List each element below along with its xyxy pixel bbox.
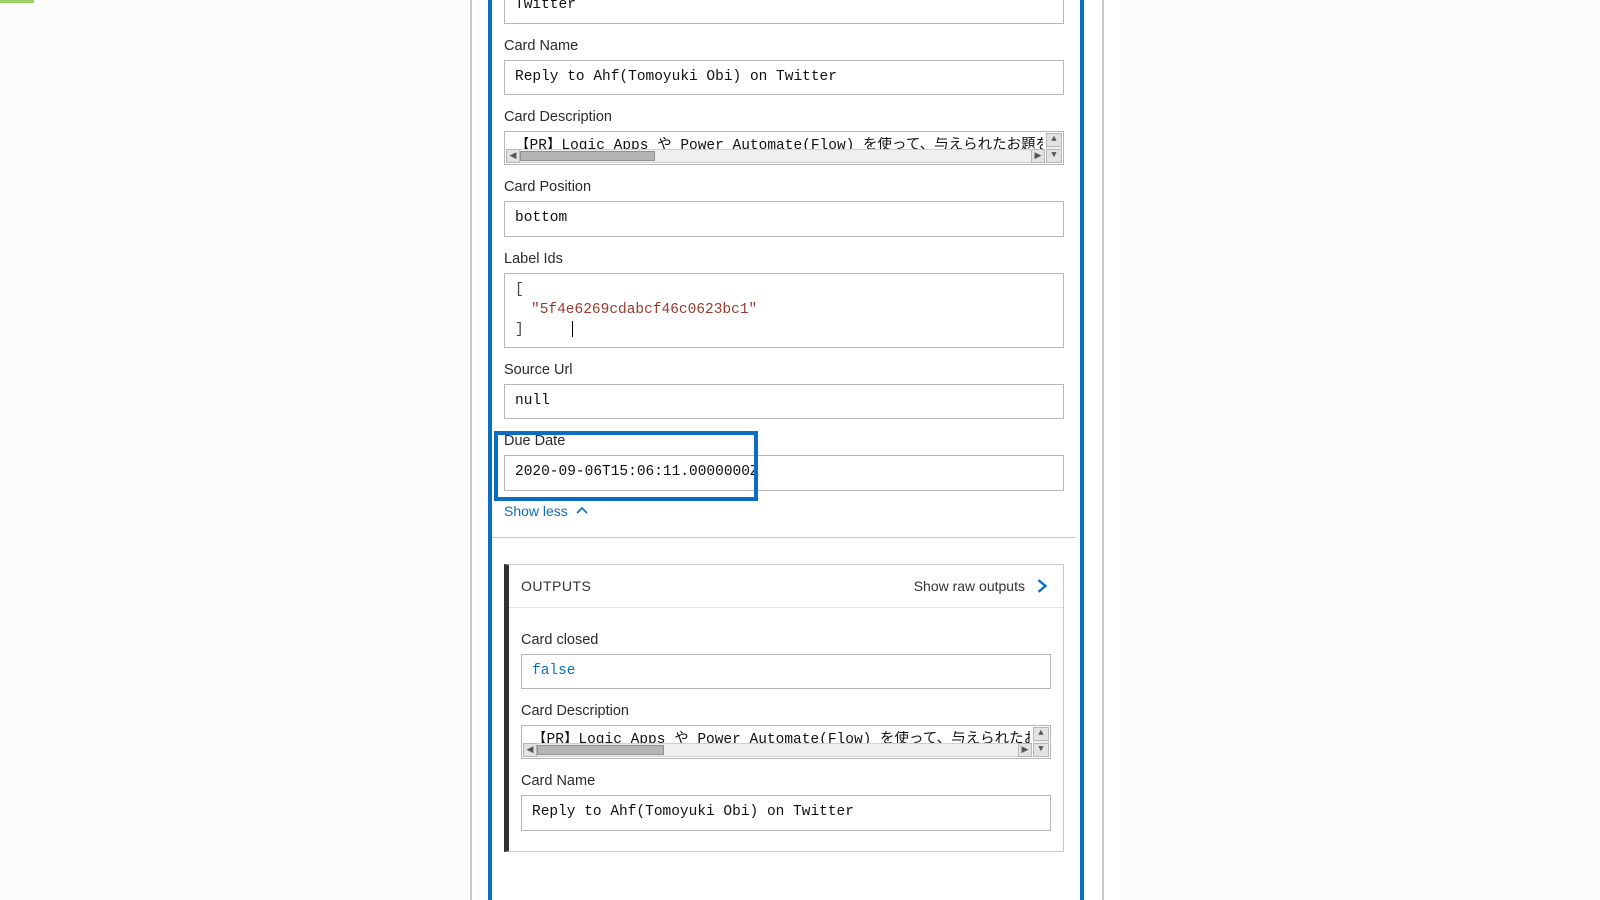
- outputs-title: OUTPUTS: [521, 578, 591, 594]
- outputs-body: Card closed false Card Description 【PR】L…: [509, 608, 1063, 851]
- chevron-up-icon: [576, 505, 588, 517]
- due-date-value[interactable]: 2020-09-06T15:06:11.0000000Z: [504, 455, 1064, 491]
- due-date-label: Due Date: [504, 433, 1064, 449]
- label-ids-value[interactable]: [ "5f4e6269cdabcf46c0623bc1" ]: [504, 273, 1064, 348]
- out-card-name-text: Reply to Ahf(Tomoyuki Obi) on Twitter: [532, 804, 854, 820]
- text-cursor-icon: [572, 321, 573, 337]
- list-name-text: Twitter: [515, 0, 576, 13]
- scroll-h-thumb[interactable]: [537, 745, 664, 755]
- chevron-right-icon: [1035, 579, 1049, 593]
- source-url-text: null: [515, 393, 550, 409]
- app-viewport: Twitter Card Name Reply to Ahf(Tomoyuki …: [0, 0, 1600, 900]
- out-card-name-label: Card Name: [521, 773, 1051, 789]
- scroll-left-arrow-icon[interactable]: ◀: [506, 149, 520, 163]
- show-raw-outputs-link[interactable]: Show raw outputs: [914, 578, 1049, 594]
- outputs-card: OUTPUTS Show raw outputs Card closed fal…: [504, 564, 1064, 852]
- scroll-right-arrow-icon[interactable]: ▶: [1031, 149, 1045, 163]
- scroll-h-track[interactable]: [520, 149, 1031, 163]
- out-card-name-value[interactable]: Reply to Ahf(Tomoyuki Obi) on Twitter: [521, 795, 1051, 831]
- vertical-scrollbar[interactable]: ▲ ▼: [1046, 133, 1062, 163]
- horizontal-scrollbar[interactable]: ◀ ▶: [523, 743, 1032, 757]
- scroll-up-arrow-icon[interactable]: ▲: [1033, 727, 1049, 741]
- show-raw-outputs-label: Show raw outputs: [914, 578, 1025, 594]
- label-ids-label: Label Ids: [504, 251, 1064, 267]
- source-url-label: Source Url: [504, 362, 1064, 378]
- json-open-bracket: [: [515, 282, 524, 298]
- card-description-label: Card Description: [504, 109, 1064, 125]
- card-name-label: Card Name: [504, 38, 1064, 54]
- scroll-h-track[interactable]: [537, 743, 1018, 757]
- card-description-value[interactable]: 【PR】Logic Apps や Power Automate(Flow) を使…: [504, 131, 1064, 165]
- scroll-down-arrow-icon[interactable]: ▼: [1046, 149, 1062, 163]
- top-left-accent: [0, 0, 34, 3]
- inputs-panel: Twitter Card Name Reply to Ahf(Tomoyuki …: [504, 0, 1064, 852]
- due-date-text: 2020-09-06T15:06:11.0000000Z: [515, 464, 759, 480]
- list-name-value[interactable]: Twitter: [504, 0, 1064, 24]
- json-close-bracket: ]: [515, 322, 524, 338]
- scroll-up-arrow-icon[interactable]: ▲: [1046, 133, 1062, 147]
- card-inner-right-accent: [1080, 0, 1084, 900]
- inputs-panel-divider: [492, 537, 1076, 538]
- vertical-scrollbar[interactable]: ▲ ▼: [1033, 727, 1049, 757]
- scroll-left-arrow-icon[interactable]: ◀: [523, 743, 537, 757]
- card-position-text: bottom: [515, 210, 567, 226]
- card-inner-left-accent: [488, 0, 492, 900]
- horizontal-scrollbar[interactable]: ◀ ▶: [506, 149, 1045, 163]
- card-closed-text: false: [532, 663, 576, 679]
- show-less-toggle[interactable]: Show less: [504, 503, 588, 519]
- scroll-h-thumb[interactable]: [520, 151, 655, 161]
- label-ids-item: "5f4e6269cdabcf46c0623bc1": [531, 302, 757, 318]
- outputs-header: OUTPUTS Show raw outputs: [509, 565, 1063, 608]
- show-less-label: Show less: [504, 503, 568, 519]
- card-position-value[interactable]: bottom: [504, 201, 1064, 237]
- out-card-description-label: Card Description: [521, 703, 1051, 719]
- scroll-down-arrow-icon[interactable]: ▼: [1033, 743, 1049, 757]
- card-closed-label: Card closed: [521, 632, 1051, 648]
- card-name-text: Reply to Ahf(Tomoyuki Obi) on Twitter: [515, 69, 837, 85]
- card-outer-left-border: [470, 0, 478, 900]
- out-card-description-value[interactable]: 【PR】Logic Apps や Power Automate(Flow) を使…: [521, 725, 1051, 759]
- card-position-label: Card Position: [504, 179, 1064, 195]
- scroll-right-arrow-icon[interactable]: ▶: [1018, 743, 1032, 757]
- card-name-value[interactable]: Reply to Ahf(Tomoyuki Obi) on Twitter: [504, 60, 1064, 96]
- card-closed-value[interactable]: false: [521, 654, 1051, 690]
- card-outer-right-border: [1096, 0, 1104, 900]
- source-url-value[interactable]: null: [504, 384, 1064, 420]
